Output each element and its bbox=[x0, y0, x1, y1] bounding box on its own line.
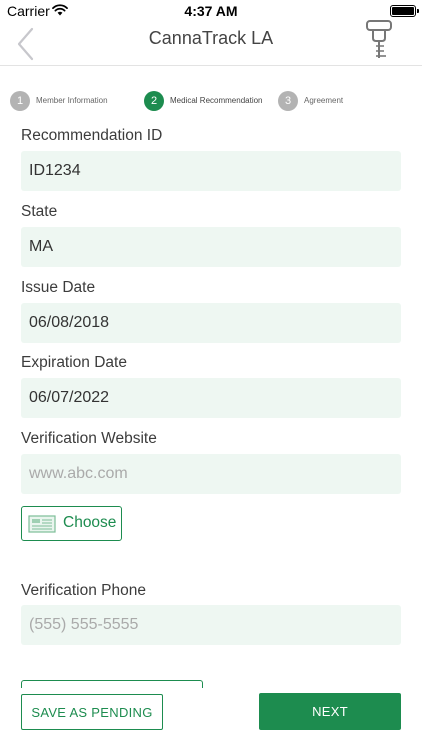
expiration-date-field[interactable] bbox=[21, 378, 401, 418]
tool-button[interactable] bbox=[362, 18, 398, 62]
tool-icon bbox=[366, 20, 392, 58]
choose-button[interactable]: Choose bbox=[21, 506, 122, 541]
state-label: State bbox=[21, 203, 58, 220]
partially-hidden-button[interactable] bbox=[21, 680, 203, 688]
clock: 4:37 AM bbox=[184, 3, 238, 19]
step-label: Member Information bbox=[36, 96, 108, 105]
status-bar: Carrier 4:37 AM bbox=[0, 0, 422, 22]
save-as-pending-button[interactable]: SAVE AS PENDING bbox=[21, 694, 163, 730]
verification-website-label: Verification Website bbox=[21, 430, 157, 447]
step-number: 2 bbox=[144, 91, 164, 111]
step-number: 1 bbox=[10, 91, 30, 111]
verification-phone-field[interactable] bbox=[21, 605, 401, 645]
step-label: Medical Recommendation bbox=[170, 96, 263, 105]
navigation-bar: CannaTrack LA bbox=[0, 20, 422, 66]
recommendation-id-label: Recommendation ID bbox=[21, 127, 163, 144]
issue-date-label: Issue Date bbox=[21, 279, 96, 296]
state-field[interactable] bbox=[21, 227, 401, 267]
page-title: CannaTrack LA bbox=[148, 28, 274, 48]
step-number: 3 bbox=[278, 91, 298, 111]
choose-button-label: Choose bbox=[63, 514, 117, 531]
step-label: Agreement bbox=[304, 96, 344, 105]
battery-tip bbox=[417, 9, 419, 13]
verification-website-field[interactable] bbox=[21, 454, 401, 494]
expiration-date-label: Expiration Date bbox=[21, 354, 127, 371]
next-button[interactable]: NEXT bbox=[259, 693, 401, 730]
issue-date-field[interactable] bbox=[21, 303, 401, 343]
verification-phone-label: Verification Phone bbox=[21, 582, 146, 599]
card-icon bbox=[28, 515, 56, 533]
battery-icon bbox=[390, 5, 416, 17]
progress-stepper: 1 Member Information 2 Medical Recommend… bbox=[10, 91, 410, 111]
recommendation-id-field[interactable] bbox=[21, 151, 401, 191]
